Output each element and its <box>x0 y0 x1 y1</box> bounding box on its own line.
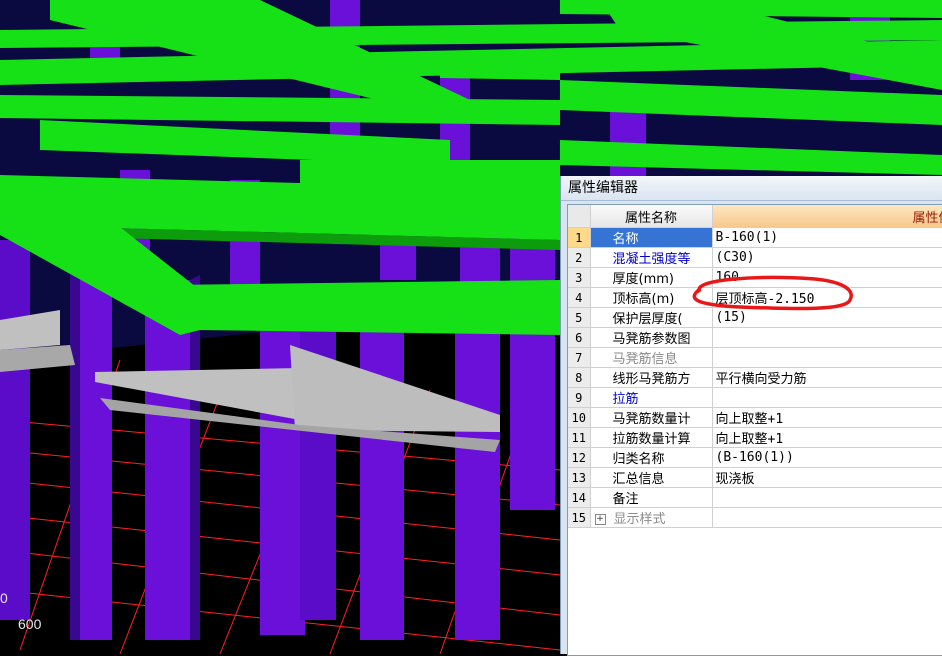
property-name-label: 名称 <box>612 232 639 247</box>
property-name-cell: 混凝土强度等 <box>590 247 713 268</box>
row-number: 4 <box>568 287 591 308</box>
property-row[interactable]: 2 混凝土强度等 (C30) <box>568 247 942 268</box>
property-name-label: 归类名称 <box>612 452 665 467</box>
row-number: 11 <box>568 427 591 448</box>
property-value-cell[interactable]: (C30) <box>712 247 942 268</box>
panel-title: 属性编辑器 <box>561 176 942 201</box>
property-value-cell[interactable]: (B-160(1)) <box>712 447 942 468</box>
property-row[interactable]: 12 归类名称 (B-160(1)) <box>568 447 942 468</box>
property-name-cell: 备注 <box>590 487 713 508</box>
property-name-cell: 拉筋 <box>590 387 713 408</box>
property-name-cell: 保护层厚度( <box>590 307 713 328</box>
property-name-cell: 线形马凳筋方 <box>590 367 713 388</box>
row-number: 2 <box>568 247 591 268</box>
property-row[interactable]: 7 马凳筋信息 <box>568 347 942 368</box>
property-name-label: 保护层厚度( <box>612 312 683 327</box>
property-name-cell: 名称 <box>590 227 713 248</box>
property-value-cell[interactable] <box>712 347 942 368</box>
axis-label-0: 0 <box>0 590 8 606</box>
property-value-cell[interactable] <box>712 487 942 508</box>
property-name-cell: 厚度(mm) <box>590 267 713 288</box>
property-value-cell[interactable]: 160 <box>712 267 942 288</box>
row-number: 9 <box>568 387 591 408</box>
property-value-cell[interactable]: 层顶标高-2.150 <box>712 287 942 308</box>
property-name-label: 显示样式 <box>613 512 666 527</box>
header-property-value[interactable]: 属性值 <box>712 205 942 228</box>
row-number: 3 <box>568 267 591 288</box>
property-name-cell: 归类名称 <box>590 447 713 468</box>
property-value-cell[interactable] <box>712 387 942 408</box>
property-row[interactable]: 5 保护层厚度( (15) <box>568 307 942 328</box>
property-value-cell[interactable]: 平行横向受力筋 <box>712 367 942 388</box>
property-name-label: 备注 <box>612 492 639 507</box>
row-number: 14 <box>568 487 591 508</box>
property-name-cell: 汇总信息 <box>590 467 713 488</box>
row-number: 6 <box>568 327 591 348</box>
property-name-label: 马凳筋参数图 <box>612 332 691 347</box>
property-name-label: 厚度(mm) <box>612 272 674 287</box>
property-row[interactable]: 11 拉筋数量计算 向上取整+1 <box>568 427 942 448</box>
row-number: 10 <box>568 407 591 428</box>
property-value-cell[interactable]: 向上取整+1 <box>712 407 942 428</box>
property-name-cell: 拉筋数量计算 <box>590 427 713 448</box>
property-value-cell[interactable]: 现浇板 <box>712 467 942 488</box>
property-value-cell[interactable]: (15) <box>712 307 942 328</box>
property-name-cell: 马凳筋参数图 <box>590 327 713 348</box>
property-value-cell[interactable]: B-160(1) <box>712 227 942 248</box>
property-value-cell[interactable] <box>712 507 942 528</box>
property-name-label: 汇总信息 <box>612 472 665 487</box>
property-value-cell[interactable]: 向上取整+1 <box>712 427 942 448</box>
row-number: 5 <box>568 307 591 328</box>
property-name-label: 线形马凳筋方 <box>612 372 691 387</box>
property-row[interactable]: 9 拉筋 <box>568 387 942 408</box>
row-number: 13 <box>568 467 591 488</box>
property-grid: 属性名称 属性值 1 名称 B-160(1) 2 混凝土强度等 (C30) 3 厚度(mm) 1… <box>567 204 942 656</box>
row-number: 8 <box>568 367 591 388</box>
property-name-cell: + 显示样式 <box>590 507 713 528</box>
property-name-label: 马凳筋信息 <box>612 352 678 367</box>
property-name-label: 马凳筋数量计 <box>612 412 691 427</box>
row-number: 12 <box>568 447 591 468</box>
property-editor-panel: 属性编辑器 属性名称 属性值 1 名称 B-160(1) 2 混凝土强度等 (C30) 3 厚… <box>560 176 942 656</box>
property-name-label: 顶标高(m) <box>612 292 675 307</box>
property-row[interactable]: 10 马凳筋数量计 向上取整+1 <box>568 407 942 428</box>
property-name-cell: 顶标高(m) <box>590 287 713 308</box>
property-row[interactable]: 13 汇总信息 现浇板 <box>568 467 942 488</box>
property-row[interactable]: 14 备注 <box>568 487 942 508</box>
property-value-cell[interactable] <box>712 327 942 348</box>
header-property-name[interactable]: 属性名称 <box>590 205 713 228</box>
property-name-cell: 马凳筋信息 <box>590 347 713 368</box>
property-row[interactable]: 1 名称 B-160(1) <box>568 227 942 248</box>
property-name-label: 拉筋 <box>612 392 639 407</box>
property-name-label: 拉筋数量计算 <box>612 432 691 447</box>
property-row[interactable]: 3 厚度(mm) 160 <box>568 267 942 288</box>
property-name-label: 混凝土强度等 <box>612 252 691 267</box>
row-number: 7 <box>568 347 591 368</box>
row-number: 1 <box>568 227 591 248</box>
row-number: 15 <box>568 507 591 528</box>
axis-label-600: 600 <box>18 616 42 632</box>
property-row[interactable]: 15 + 显示样式 <box>568 507 942 528</box>
property-row[interactable]: 6 马凳筋参数图 <box>568 327 942 348</box>
header-corner <box>568 205 591 228</box>
property-row[interactable]: 8 线形马凳筋方 平行横向受力筋 <box>568 367 942 388</box>
property-row[interactable]: 4 顶标高(m) 层顶标高-2.150 <box>568 287 942 308</box>
property-name-cell: 马凳筋数量计 <box>590 407 713 428</box>
expand-icon[interactable]: + <box>594 514 606 525</box>
